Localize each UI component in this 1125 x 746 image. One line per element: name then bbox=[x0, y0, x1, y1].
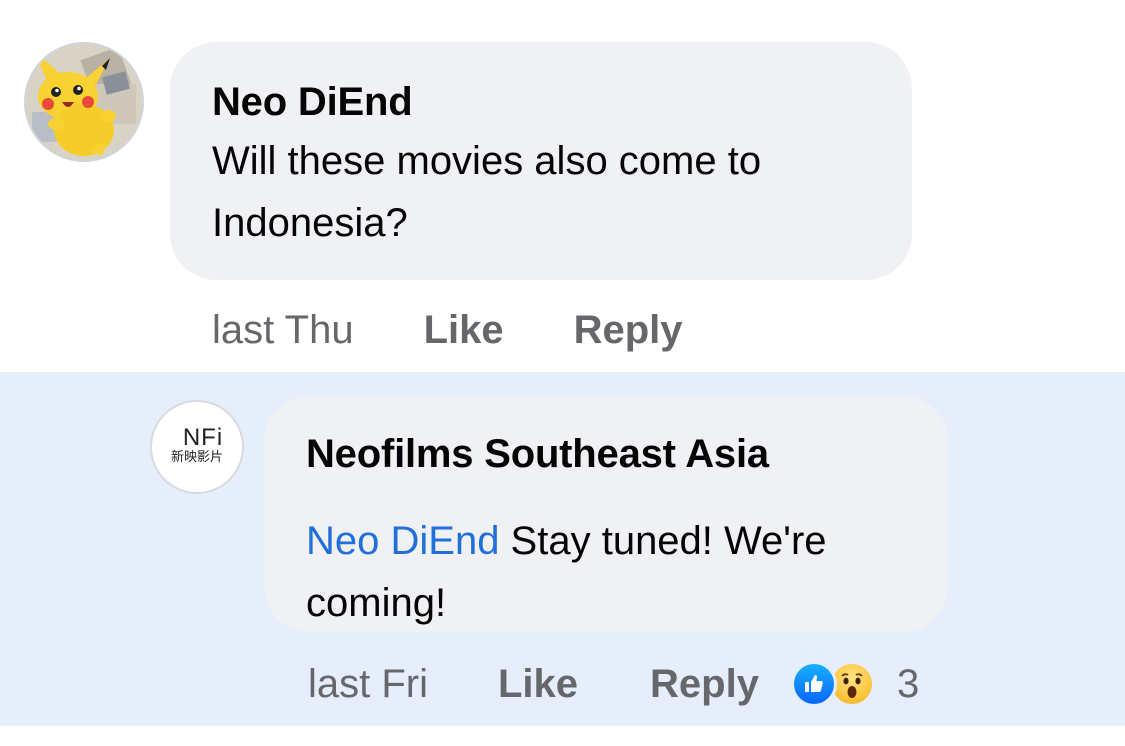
like-reaction-icon bbox=[790, 661, 837, 707]
comment: Neo DiEnd Will these movies also come to… bbox=[0, 0, 1125, 372]
reply-time[interactable]: last Fri bbox=[308, 662, 428, 707]
mention-link[interactable]: Neo DiEnd bbox=[306, 519, 499, 563]
reply-actions: last Fri Like Reply 3 bbox=[308, 654, 919, 714]
reply-text-line1: Neo DiEnd Stay tuned! We're bbox=[306, 510, 827, 572]
reply-text: Stay tuned! We're bbox=[499, 519, 827, 563]
avatar-logo-text: NFi bbox=[182, 424, 224, 451]
avatar-logo-subtext: 新映影片 bbox=[170, 450, 223, 465]
comment-text: Will these movies also come to Indonesia… bbox=[212, 139, 762, 245]
page-avatar[interactable]: NFi 新映影片 bbox=[150, 400, 244, 494]
user-avatar[interactable] bbox=[24, 42, 144, 162]
comment-actions: last Thu Like Reply bbox=[212, 300, 683, 360]
comment-time[interactable]: last Thu bbox=[212, 308, 354, 353]
reaction-count[interactable]: 3 bbox=[897, 662, 919, 707]
reply-bubble[interactable]: Neofilms Southeast Asia Neo DiEnd Stay t… bbox=[264, 396, 948, 632]
reactions-summary[interactable] bbox=[790, 661, 875, 707]
reply-text-line2: coming! bbox=[306, 581, 447, 625]
reply-button[interactable]: Reply bbox=[650, 662, 759, 707]
comment-bubble[interactable]: Neo DiEnd Will these movies also come to… bbox=[170, 42, 912, 280]
reply-button[interactable]: Reply bbox=[574, 308, 683, 353]
comment-author[interactable]: Neo DiEnd bbox=[212, 78, 413, 126]
reply-comment: NFi 新映影片 Neofilms Southeast Asia Neo DiE… bbox=[0, 372, 1125, 726]
reply-author[interactable]: Neofilms Southeast Asia bbox=[306, 430, 769, 478]
like-button[interactable]: Like bbox=[498, 662, 578, 707]
like-button[interactable]: Like bbox=[424, 308, 504, 353]
pikachu-avatar-icon bbox=[26, 44, 142, 160]
